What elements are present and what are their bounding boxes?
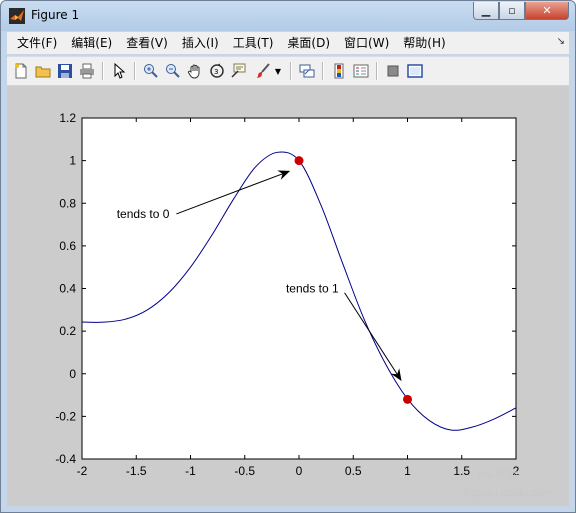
toolbar-separator [102,62,104,80]
figure-window: Figure 1 ▁ ▫ ✕ 文件(F) 编辑(E) 查看(V) 插入(I) 工… [0,0,576,513]
watermark-line2: jingyan.baidu.com [462,487,552,499]
zoom-in-button[interactable] [141,61,161,81]
data-cursor-button[interactable] [229,61,249,81]
y-tick-label: 0.6 [59,239,76,253]
data-point-marker[interactable] [403,394,412,404]
minimize-button[interactable]: ▁ [473,2,499,20]
x-tick-label: 0.5 [345,464,362,478]
dock-arrow-icon[interactable]: ↘ [557,36,565,47]
zoom-out-icon [166,64,180,78]
window-title: Figure 1 [31,8,80,22]
x-tick-label: -0.5 [234,464,255,478]
print-icon [80,63,94,79]
y-tick-label: -0.4 [55,452,76,466]
x-tick-label: -1.5 [126,464,147,478]
brush-dropdown-button[interactable]: ▼ [273,61,283,81]
rotate-3d-button[interactable]: 3 [207,61,227,81]
menu-desktop[interactable]: 桌面(D) [280,32,337,54]
insert-colorbar-button[interactable] [329,61,349,81]
y-tick-label: -0.2 [55,409,76,423]
show-plot-tools-icon [407,64,423,78]
minimize-icon: ▁ [481,4,491,17]
x-tick-label: 1 [404,464,411,478]
link-plot-icon [299,64,315,78]
insert-legend-button[interactable] [351,61,371,81]
matlab-logo-icon [9,8,25,24]
figure-toolbar: 3 ▼ [7,56,569,85]
annotation-text[interactable]: tends to 1 [286,282,339,296]
y-tick-label: 1 [69,154,76,168]
data-point-marker[interactable] [294,156,304,166]
data-cursor-icon [231,63,246,78]
x-tick-label: 1.5 [453,464,470,478]
chevron-down-icon: ▼ [274,66,282,76]
y-tick-label: 0.2 [59,324,76,338]
y-tick-label: 0.4 [59,282,76,296]
x-tick-label: -1 [185,464,196,478]
y-tick-label: 0 [69,367,76,381]
hide-plot-tools-icon [387,65,399,77]
save-button[interactable] [55,61,75,81]
menu-file[interactable]: 文件(F) [7,32,64,54]
figure-canvas: -2 -1.5 -1 -0.5 0 0.5 1 1.5 2 -0.4 -0.2 0 0.2 0.4 0.6 0… [7,86,569,506]
maximize-button[interactable]: ▫ [499,2,525,20]
pan-button[interactable] [185,61,205,81]
open-file-button[interactable] [33,61,53,81]
pointer-icon [114,63,126,79]
open-file-icon [35,66,51,78]
menu-window[interactable]: 窗口(W) [337,32,396,54]
pan-hand-icon [187,64,200,79]
print-button[interactable] [77,61,97,81]
plot-svg: -2 -1.5 -1 -0.5 0 0.5 1 1.5 2-0.4-0.200.20.40.60… [55,111,552,499]
toolbar-separator [376,62,378,80]
y-tick-label: 1.2 [59,111,76,125]
show-plot-tools-button[interactable] [405,61,425,81]
svg-text:3: 3 [214,68,218,76]
x-tick-label: -2 [77,464,88,478]
menu-help[interactable]: 帮助(H) [396,32,452,54]
new-figure-button[interactable] [11,61,31,81]
y-tick-label: 0.8 [59,196,76,210]
menu-view[interactable]: 查看(V) [119,32,175,54]
menu-insert[interactable]: 插入(I) [175,32,226,54]
close-icon: ✕ [542,4,552,17]
close-button[interactable]: ✕ [525,2,569,20]
link-plot-button[interactable] [297,61,317,81]
colorbar-icon [334,63,344,79]
zoom-out-button[interactable] [163,61,183,81]
edit-plot-button[interactable] [109,61,129,81]
watermark-line1: Bai 经验 [477,467,518,481]
toolbar-separator [134,62,136,80]
save-icon [58,64,72,78]
menu-bar: 文件(F) 编辑(E) 查看(V) 插入(I) 工具(T) 桌面(D) 窗口(W… [7,32,569,54]
toolbar-separator [322,62,324,80]
annotation-text[interactable]: tends to 0 [117,207,170,221]
x-tick-label: 0 [296,464,303,478]
brush-icon [256,63,270,78]
zoom-in-icon [144,64,158,78]
hide-plot-tools-button[interactable] [383,61,403,81]
maximize-icon: ▫ [508,4,516,17]
brush-button[interactable] [253,61,273,81]
new-figure-icon [15,63,27,79]
toolbar-separator [290,62,292,80]
menu-tools[interactable]: 工具(T) [226,32,281,54]
rotate-3d-icon: 3 [210,63,224,78]
title-bar[interactable]: Figure 1 ▁ ▫ ✕ [1,1,575,31]
menu-edit[interactable]: 编辑(E) [64,32,119,54]
legend-icon [353,64,369,78]
